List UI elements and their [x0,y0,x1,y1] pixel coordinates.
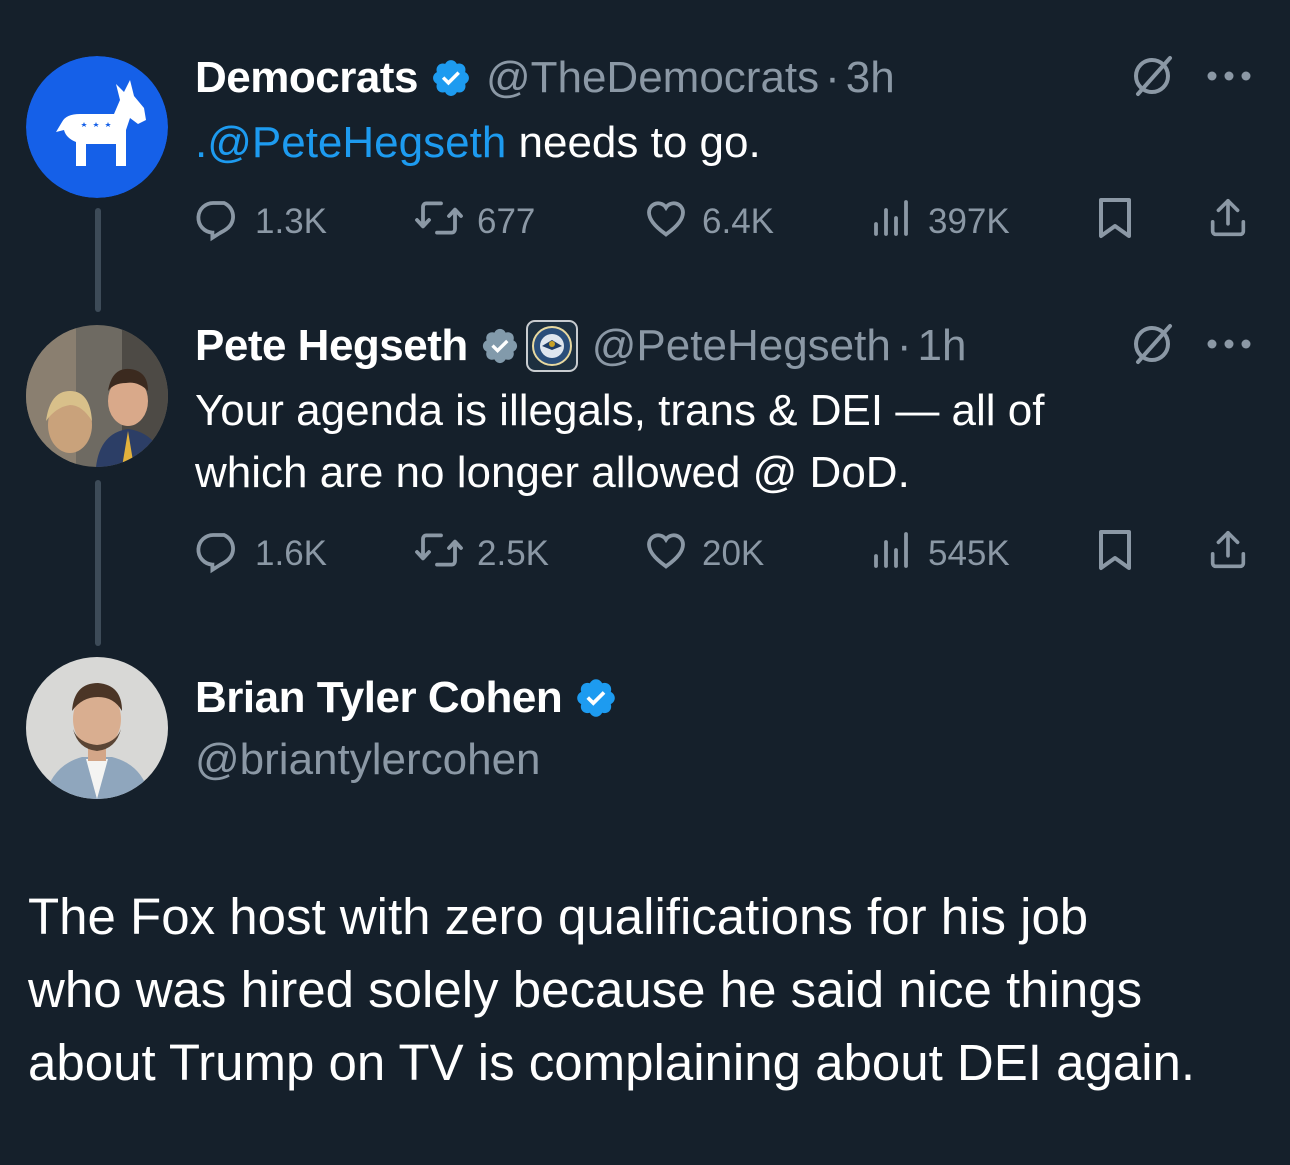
thread-line-1 [95,208,101,312]
verified-badge-icon[interactable] [574,676,618,720]
retweet-button[interactable]: 677 [413,194,535,250]
retweet-count: 677 [477,202,536,241]
retweet-icon [413,526,465,583]
reply-button[interactable]: 1.6K [195,526,327,582]
main-tweet-text: The Fox host with zero qualifications fo… [28,880,1268,1099]
like-button[interactable]: 6.4K [642,194,774,250]
more-icon[interactable] [1206,337,1252,355]
tweet-text-line: Your agenda is illegals, trans & DEI — a… [195,386,1045,435]
share-button[interactable] [1205,194,1251,250]
views-icon [868,526,916,583]
tweet-text: .@PeteHegseth needs to go. [195,112,761,174]
handle[interactable]: @PeteHegseth [592,321,891,371]
like-icon [642,526,690,583]
avatar-petehegseth[interactable] [26,325,168,467]
display-name[interactable]: Democrats [195,53,418,103]
views-count: 397K [928,202,1010,241]
avatar-briantylercohen[interactable] [26,657,168,799]
reply-icon [195,194,243,251]
mention-link[interactable]: .@PeteHegseth [195,118,506,167]
reply-count: 1.6K [255,534,327,573]
main-tweet-line: who was hired solely because he said nic… [28,961,1143,1018]
reply-button[interactable]: 1.3K [195,194,327,250]
thread-line-2 [95,480,101,646]
timestamp[interactable]: 3h [846,53,895,103]
tweet-actions: 1.6K 2.5K 20K 545K [195,526,1255,582]
author-handle[interactable]: @briantylercohen [195,735,541,785]
affiliate-badge-icon[interactable] [525,320,578,372]
author-handle-row: @briantylercohen [195,732,541,788]
reply-count: 1.3K [255,202,327,241]
grok-icon[interactable] [1130,54,1178,103]
author-header: Brian Tyler Cohen [195,670,632,726]
like-icon [642,194,690,251]
tweet-text-body: needs to go. [506,118,761,167]
views-count: 545K [928,534,1010,573]
verified-badge-icon[interactable] [430,57,472,99]
verified-badge-icon[interactable] [480,326,520,366]
grok-icon[interactable] [1130,322,1178,371]
share-icon [1205,526,1251,583]
bookmark-button[interactable] [1093,526,1137,582]
display-name[interactable]: Pete Hegseth [195,321,468,371]
tweet-actions: 1.3K 677 6.4K 397K [195,194,1255,250]
tweet-top-icons [1130,54,1252,103]
tweet-text: Your agenda is illegals, trans & DEI — a… [195,380,1045,504]
retweet-button[interactable]: 2.5K [413,526,549,582]
views-icon [868,194,916,251]
views-button[interactable]: 545K [868,526,1010,582]
retweet-count: 2.5K [477,534,549,573]
like-count: 6.4K [702,202,774,241]
handle[interactable]: @TheDemocrats [486,53,819,103]
views-button[interactable]: 397K [868,194,1010,250]
tweet-top-icons [1130,322,1252,371]
retweet-icon [413,194,465,251]
main-tweet-line: about Trump on TV is complaining about D… [28,1034,1196,1091]
main-tweet-line: The Fox host with zero qualifications fo… [28,888,1089,945]
like-count: 20K [702,534,765,573]
tweet-header: Democrats @TheDemocrats · 3h [195,50,895,106]
bookmark-button[interactable] [1093,194,1137,250]
share-button[interactable] [1205,526,1251,582]
tweet-header: Pete Hegseth @PeteHegseth · 1h [195,318,966,374]
reply-icon [195,526,243,583]
bookmark-icon [1093,526,1137,583]
more-icon[interactable] [1206,69,1252,87]
tweet-text-line: which are no longer allowed @ DoD. [195,448,910,497]
like-button[interactable]: 20K [642,526,764,582]
author-name[interactable]: Brian Tyler Cohen [195,673,563,723]
timestamp[interactable]: 1h [917,321,966,371]
separator: · [825,53,840,102]
share-icon [1205,194,1251,251]
avatar-democrats[interactable] [26,56,168,198]
bookmark-icon [1093,194,1137,251]
separator: · [896,321,912,370]
